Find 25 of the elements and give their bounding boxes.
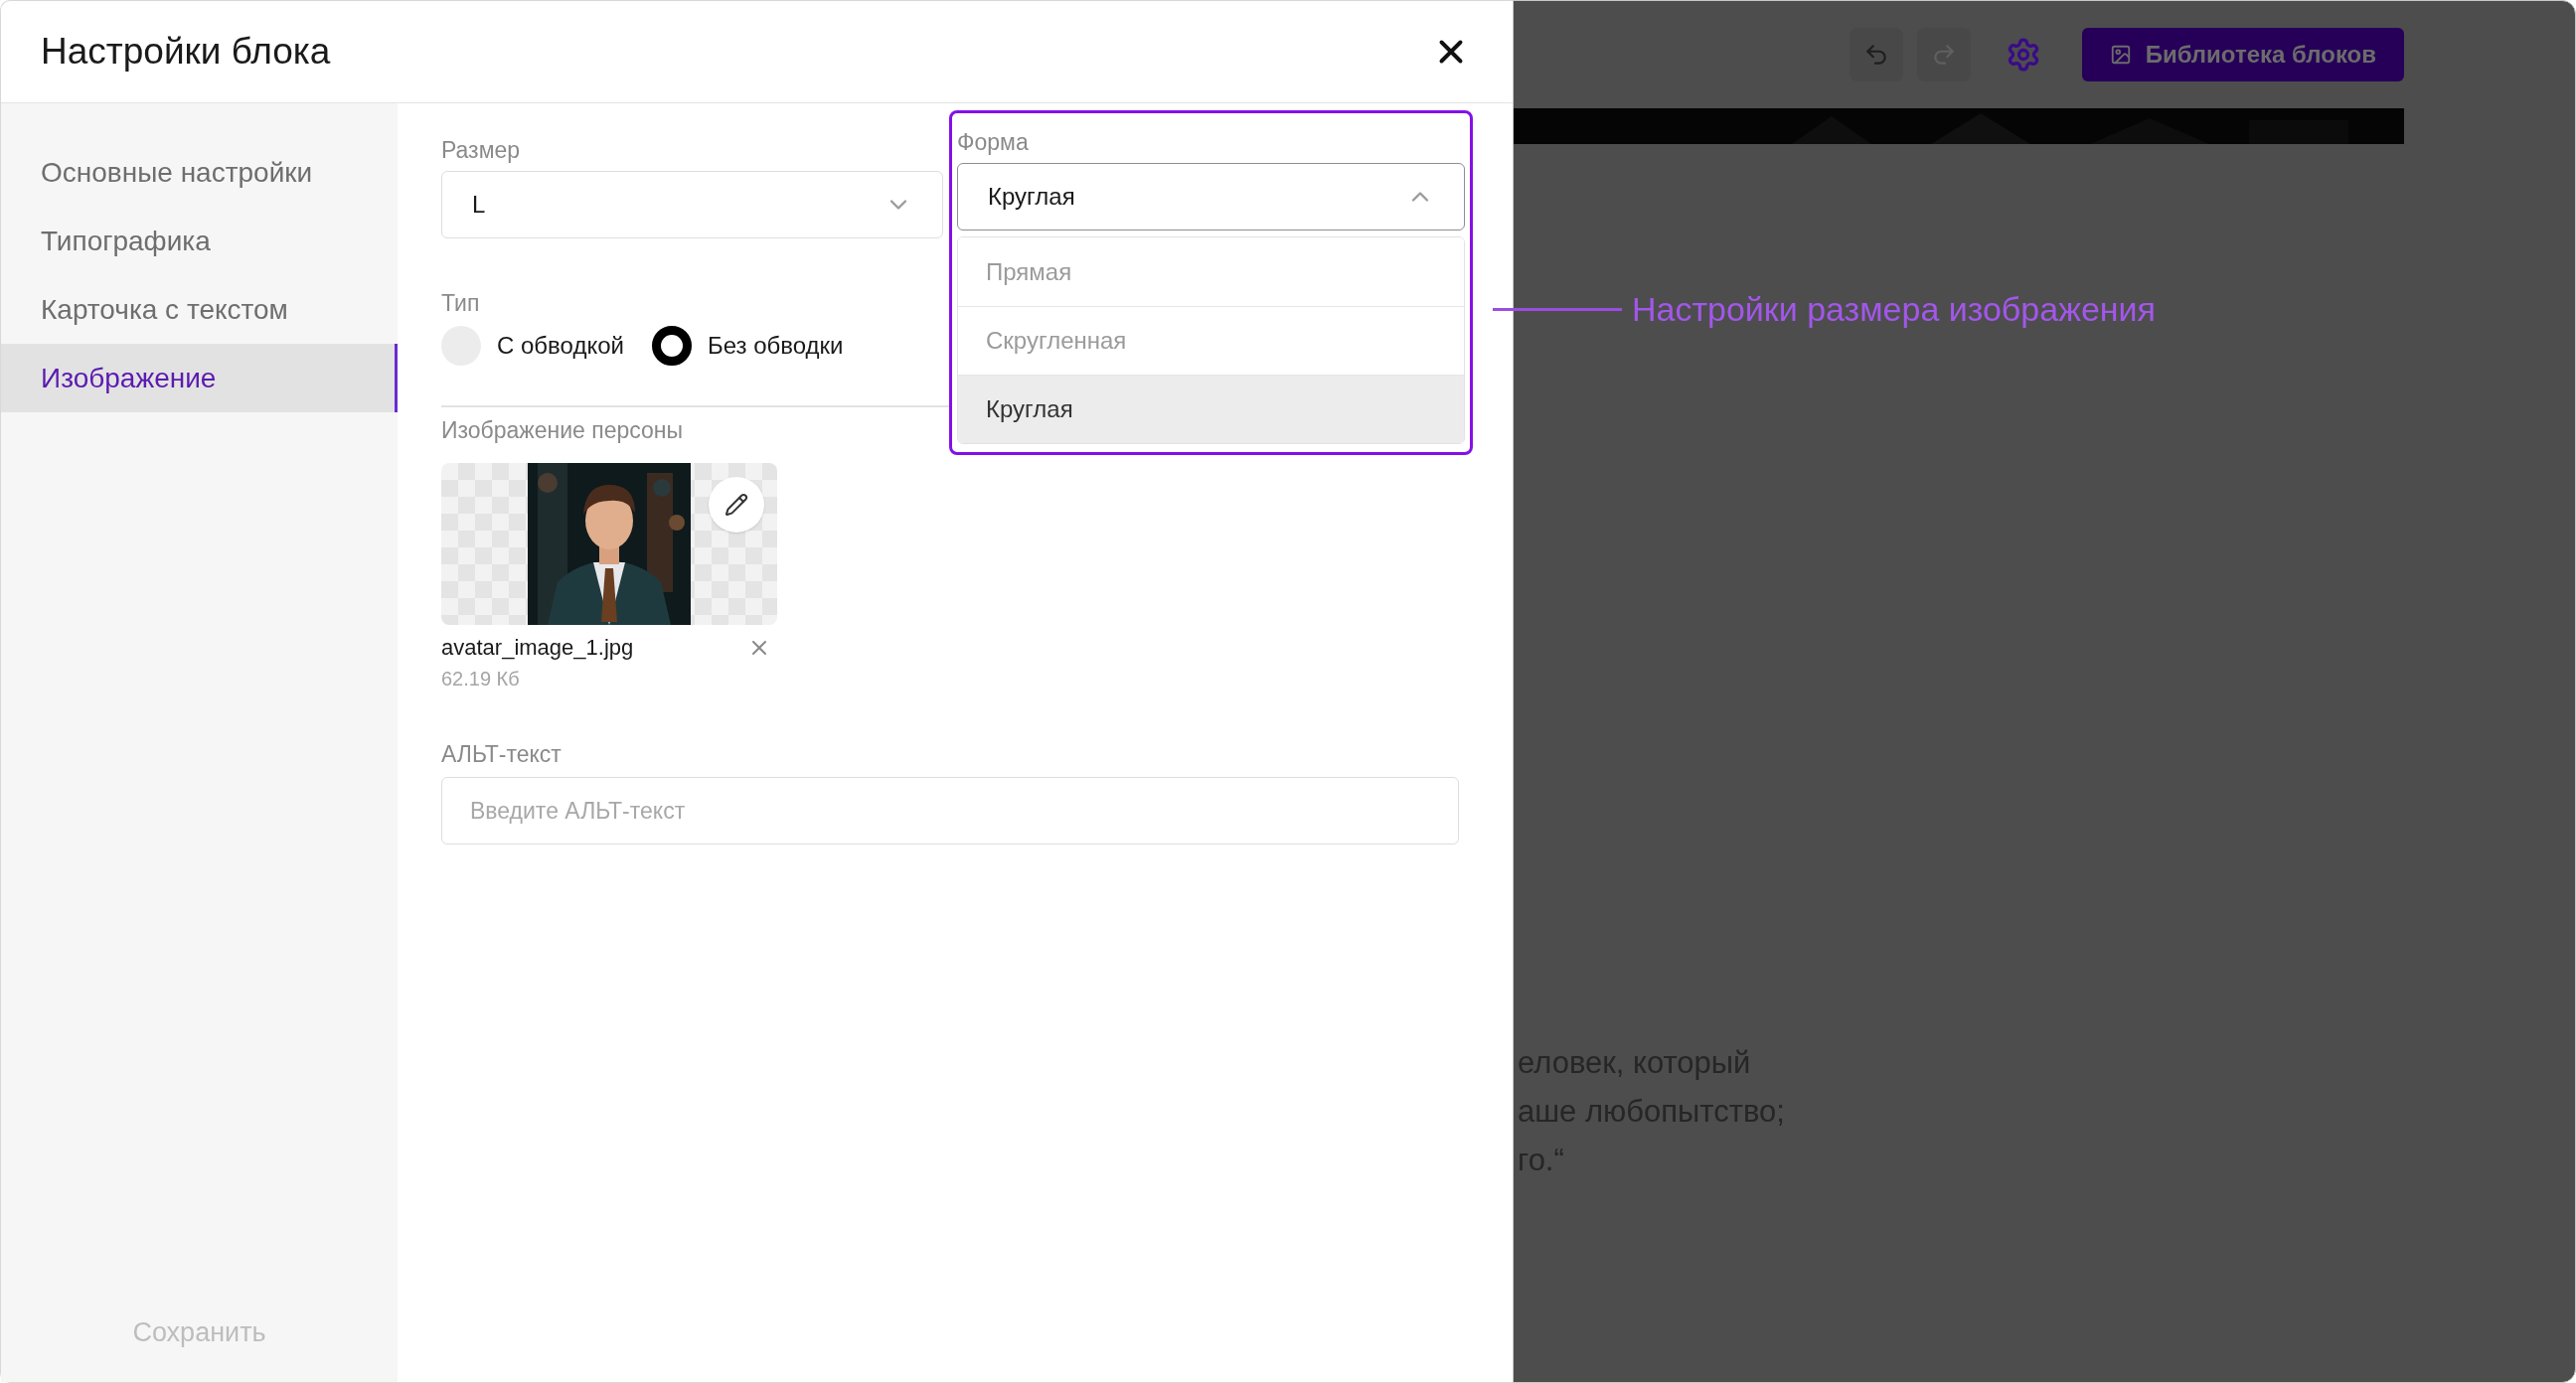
field-label: Тип (441, 289, 481, 318)
dropdown-option[interactable]: Круглая (958, 375, 1464, 443)
select-field[interactable]: L (441, 171, 943, 238)
annotation-text: Настройки размера изображения (1632, 289, 2156, 330)
field-label: Изображение персоны (441, 416, 685, 445)
undo-button[interactable] (1849, 28, 1903, 81)
field-label: Форма (957, 128, 1030, 157)
file-size: 62.19 Кб (441, 667, 521, 692)
field-label: АЛЬТ-текст (441, 740, 563, 769)
radio-label: Без обводки (707, 331, 844, 361)
sidebar-item[interactable]: Основные настройки (1, 138, 398, 207)
modal-title: Настройки блока (41, 30, 331, 75)
select-field[interactable]: Круглая (957, 163, 1465, 230)
radio-label: С обводкой (497, 331, 624, 361)
block-library-button[interactable]: Библиотека блоков (2081, 28, 2404, 81)
pencil-icon (724, 493, 748, 517)
sidebar-item[interactable]: Изображение (1, 344, 398, 412)
image-icon (2109, 44, 2132, 66)
sidebar-item[interactable]: Типографика (1, 207, 398, 275)
radio-button[interactable] (651, 326, 692, 366)
alt-text-field[interactable]: Введите АЛЬТ-текст (441, 777, 1459, 845)
edit-button[interactable] (709, 477, 764, 533)
field-label: Размер (441, 136, 522, 165)
sidebar-item[interactable]: Карточка с текстом (1, 275, 398, 344)
file-name: avatar_image_1.jpg (441, 634, 634, 662)
